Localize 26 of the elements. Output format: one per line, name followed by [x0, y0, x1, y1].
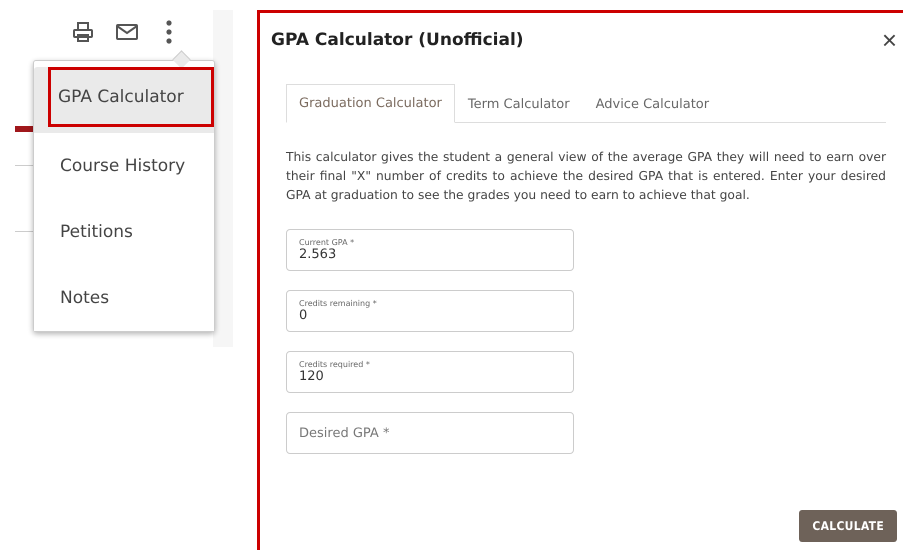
field-value: 120: [299, 369, 325, 384]
menu-item[interactable]: Petitions: [34, 199, 214, 265]
input-field[interactable]: Credits required * 120: [286, 351, 574, 393]
field-placeholder: Desired GPA *: [299, 426, 390, 440]
menu-item[interactable]: Course History: [34, 133, 214, 199]
field-label: Credits remaining *: [299, 299, 378, 308]
input-field[interactable]: Current GPA * 2.563: [286, 229, 574, 271]
mail-icon[interactable]: [116, 23, 138, 41]
tab[interactable]: Graduation Calculator: [286, 84, 455, 123]
tab[interactable]: Term Calculator: [454, 84, 583, 123]
field-label: Current GPA *: [299, 238, 356, 247]
close-button[interactable]: ×: [882, 27, 897, 53]
field-value: 0: [299, 308, 308, 323]
field-value: 2.563: [299, 247, 338, 262]
print-icon[interactable]: [72, 21, 94, 43]
menu-item[interactable]: Notes: [34, 265, 214, 331]
menu-item[interactable]: GPA Calculator: [48, 67, 214, 127]
calculate-button[interactable]: CALCULATE: [799, 510, 897, 542]
more-icon[interactable]: [166, 20, 172, 44]
input-field[interactable]: Credits remaining * 0: [286, 290, 574, 332]
input-field[interactable]: Desired GPA *: [286, 412, 574, 454]
dialog-title: GPA Calculator (Unofficial): [271, 30, 524, 50]
field-label: Credits required *: [299, 360, 371, 369]
active-tab-indicator: [15, 126, 35, 132]
description-text: This calculator gives the student a general view of the average GPA they will need to earn over their final "X" number of credits to achieve the desired GPA that is entered. Enter your desired GPA at graduation to see the grades you need to earn to achieve that goal.: [286, 149, 886, 204]
tab[interactable]: Advice Calculator: [582, 84, 722, 123]
